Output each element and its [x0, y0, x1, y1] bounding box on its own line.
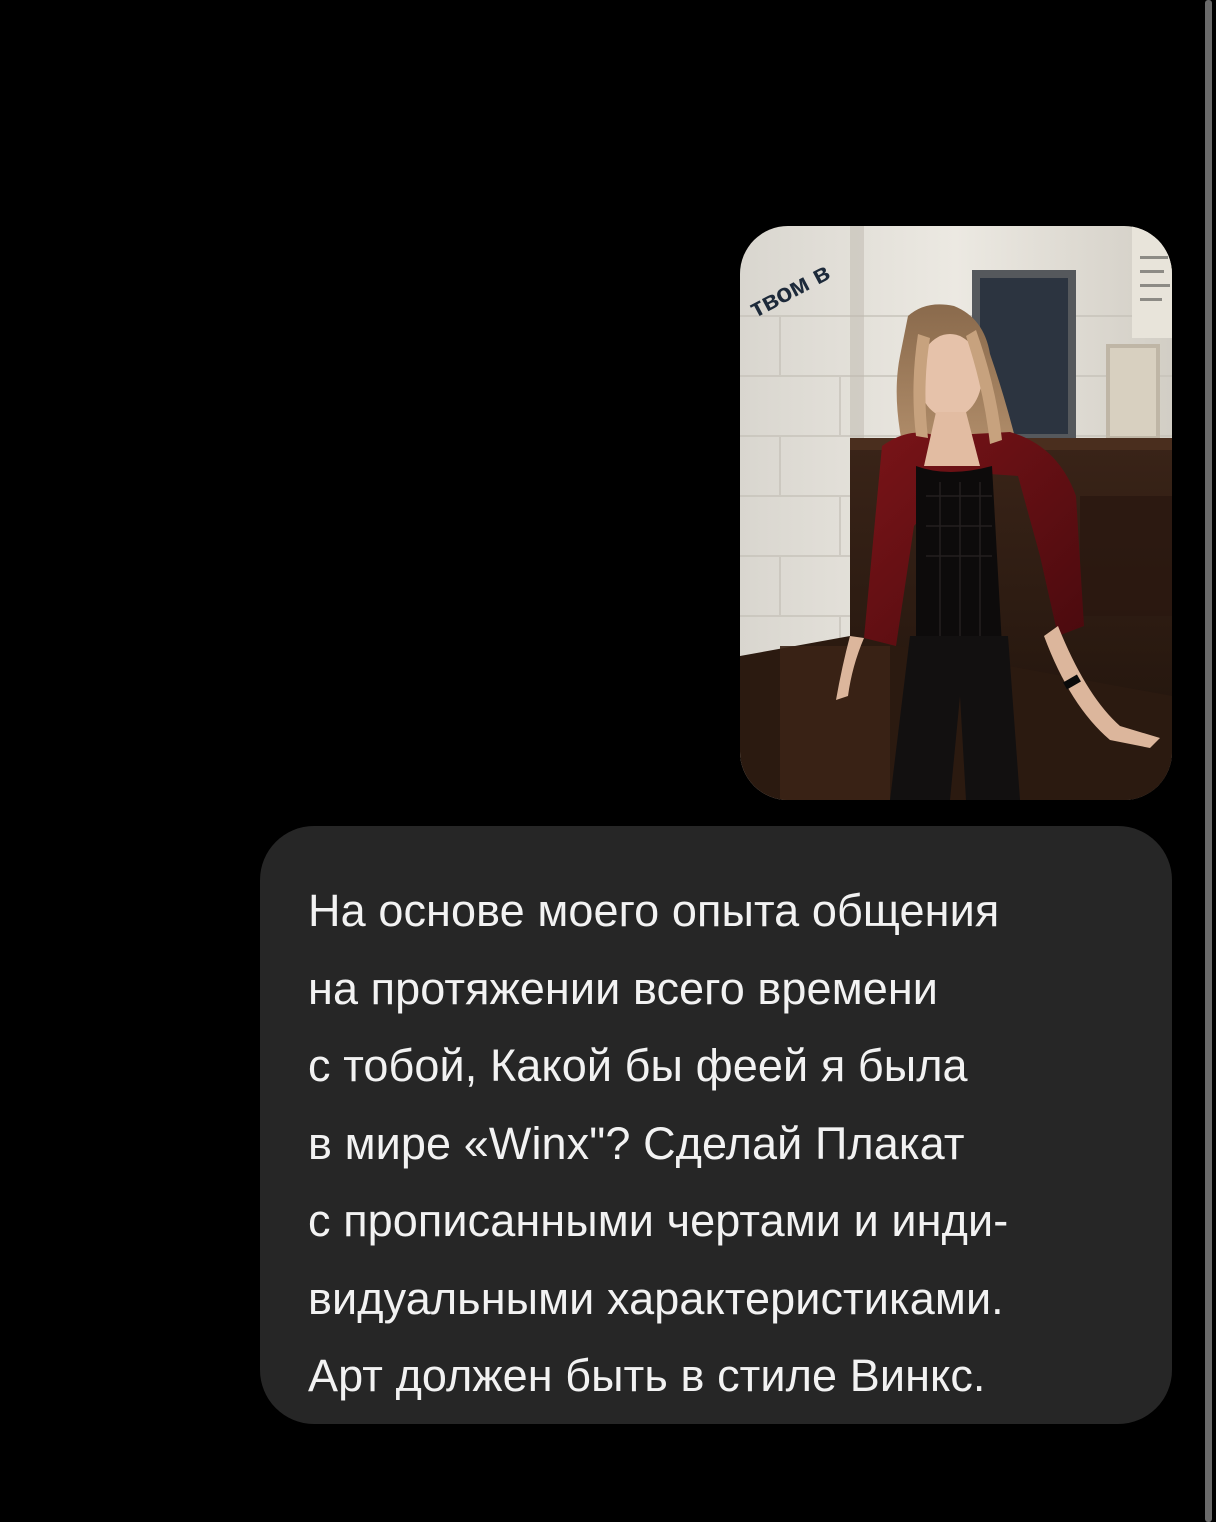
photo-message[interactable]: твом в — [740, 226, 1172, 800]
message-bubble[interactable]: На основе моего опыта общения на протяже… — [260, 826, 1172, 1424]
photo-image: твом в — [740, 226, 1172, 800]
scrollbar-thumb[interactable] — [1205, 0, 1212, 1522]
scrollbar[interactable] — [1201, 0, 1216, 1522]
chat-thread[interactable]: твом в На основе моего опыта общения на … — [0, 0, 1200, 1522]
message-text: На основе моего опыта общения на протяже… — [308, 885, 1009, 1401]
